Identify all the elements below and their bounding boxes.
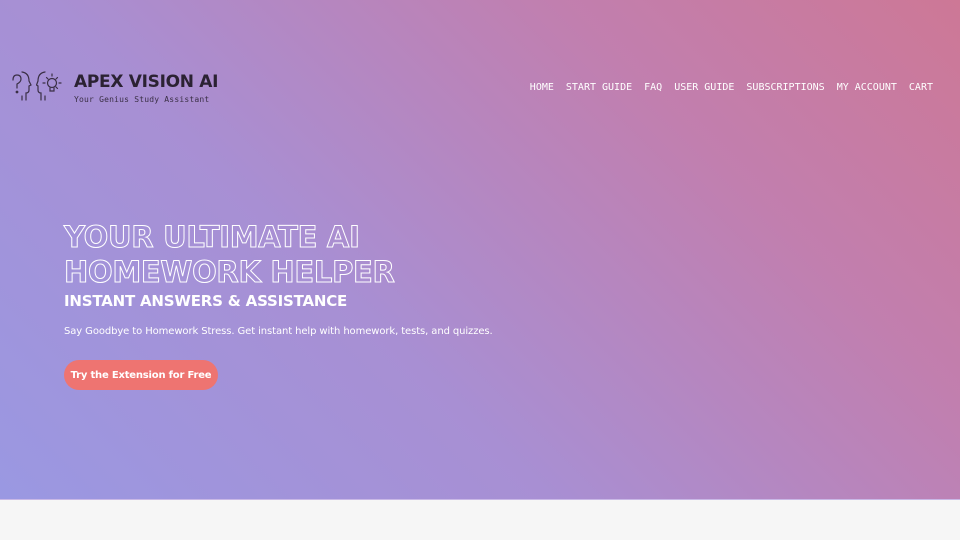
nav-home[interactable]: HOME <box>530 82 554 93</box>
hero-title-line2: HOMEWORK HELPER <box>64 255 396 290</box>
hero-headline: YOUR ULTIMATE AI HOMEWORK HELPER INSTANT… <box>64 220 396 311</box>
hero-title: YOUR ULTIMATE AI HOMEWORK HELPER <box>64 220 396 290</box>
nav-start-guide[interactable]: START GUIDE <box>566 82 632 93</box>
brand-tagline: Your Genius Study Assistant <box>74 95 210 104</box>
main-nav: HOME START GUIDE FAQ USER GUIDE SUBSCRIP… <box>530 82 933 93</box>
hero-section: APEX VISION AI Your Genius Study Assista… <box>0 0 960 500</box>
nav-subscriptions[interactable]: SUBSCRIPTIONS <box>746 82 824 93</box>
site-logo[interactable]: APEX VISION AI Your Genius Study Assista… <box>10 70 218 106</box>
brand-name: APEX VISION AI <box>74 72 219 92</box>
nav-faq[interactable]: FAQ <box>644 82 662 93</box>
lightbulb-head-icon <box>35 70 62 106</box>
try-extension-button[interactable]: Try the Extension for Free <box>64 360 218 390</box>
lower-section <box>0 500 960 540</box>
nav-user-guide[interactable]: USER GUIDE <box>674 82 734 93</box>
hero-title-line1: YOUR ULTIMATE AI <box>64 220 361 255</box>
hero-description: Say Goodbye to Homework Stress. Get inst… <box>64 326 493 337</box>
hero-subtitle: INSTANT ANSWERS & ASSISTANCE <box>64 292 348 310</box>
nav-cart[interactable]: CART <box>909 82 933 93</box>
question-head-icon <box>10 70 32 106</box>
nav-my-account[interactable]: MY ACCOUNT <box>837 82 897 93</box>
